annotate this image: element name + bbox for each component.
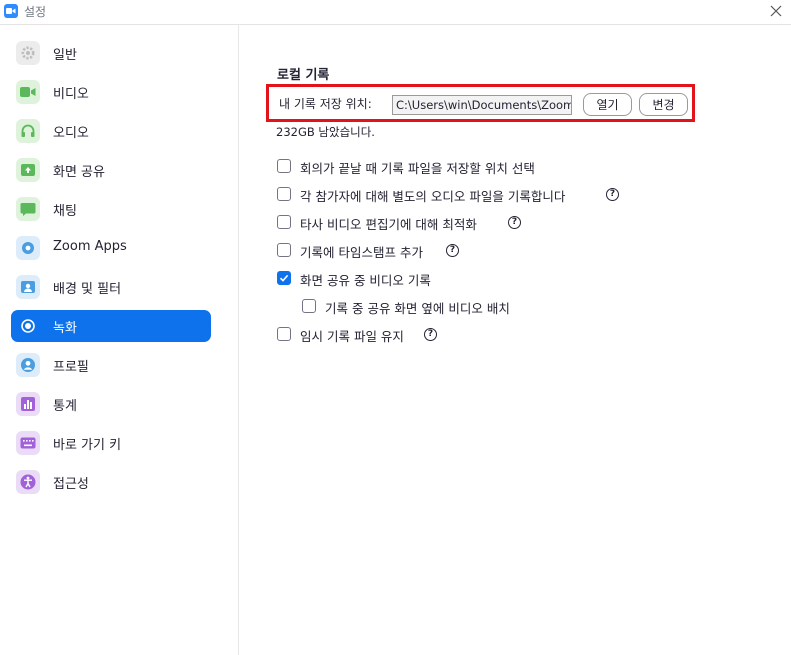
free-space-text: 232GB 남았습니다. — [276, 125, 375, 139]
share-screen-icon — [16, 158, 40, 182]
option-label: 타사 비디오 편집기에 대해 최적화 — [300, 217, 477, 232]
sidebar-item-recording[interactable]: 녹화 — [11, 310, 211, 342]
title-bar: 설정 — [0, 0, 791, 25]
sidebar-item-label: 비디오 — [53, 87, 89, 102]
help-icon[interactable]: ? — [424, 328, 437, 341]
sidebar-item-zoom-apps[interactable]: Zoom Apps — [11, 232, 211, 264]
window-title: 설정 — [24, 5, 47, 19]
record-video-screen-share-checkbox[interactable] — [277, 271, 291, 285]
keep-temp-files-checkbox[interactable] — [277, 327, 291, 341]
sidebar-item-label: 채팅 — [53, 204, 77, 219]
place-video-next-to-share-checkbox[interactable] — [302, 299, 316, 313]
sidebar-item-label: 프로필 — [53, 360, 89, 375]
profile-icon — [16, 353, 40, 377]
sidebar-item-general[interactable]: 일반 — [11, 37, 211, 69]
change-folder-button[interactable]: 변경 — [639, 93, 688, 116]
sidebar-item-audio[interactable]: 오디오 — [11, 115, 211, 147]
keyboard-icon — [16, 431, 40, 455]
help-icon[interactable]: ? — [446, 244, 459, 257]
option-label: 기록에 타임스탬프 추가 — [300, 245, 423, 260]
sidebar-item-label: 배경 및 필터 — [53, 282, 122, 297]
sidebar-item-accessibility[interactable]: 접근성 — [11, 466, 211, 498]
background-icon — [16, 275, 40, 299]
sidebar-item-label: 화면 공유 — [53, 165, 105, 180]
option-label: 임시 기록 파일 유지 — [300, 329, 404, 344]
help-icon[interactable]: ? — [508, 216, 521, 229]
video-icon — [16, 80, 40, 104]
checkmark-icon — [279, 274, 289, 282]
recording-settings-panel: 로컬 기록 내 기록 저장 위치: C:\Users\win\Documents… — [239, 25, 791, 655]
sidebar-item-statistics[interactable]: 통계 — [11, 388, 211, 420]
sidebar-item-profile[interactable]: 프로필 — [11, 349, 211, 381]
highlighted-location-box: 내 기록 저장 위치: C:\Users\win\Documents\Zoom … — [266, 84, 695, 122]
option-label: 회의가 끝날 때 기록 파일을 저장할 위치 선택 — [300, 161, 535, 176]
accessibility-icon — [16, 470, 40, 494]
sidebar-item-label: 통계 — [53, 399, 77, 414]
recording-location-field[interactable]: C:\Users\win\Documents\Zoom — [392, 95, 572, 115]
statistics-icon — [16, 392, 40, 416]
chat-icon — [16, 197, 40, 221]
gear-icon — [16, 41, 40, 65]
record-icon — [16, 314, 40, 338]
sidebar-item-screen-share[interactable]: 화면 공유 — [11, 154, 211, 186]
help-icon[interactable]: ? — [606, 188, 619, 201]
timestamp-checkbox[interactable] — [277, 243, 291, 257]
apps-icon — [16, 236, 40, 260]
option-label: 기록 중 공유 화면 옆에 비디오 배치 — [325, 301, 510, 316]
separate-audio-checkbox[interactable] — [277, 187, 291, 201]
sidebar-item-label: 접근성 — [53, 477, 89, 492]
open-folder-button[interactable]: 열기 — [583, 93, 632, 116]
zoom-logo-icon — [4, 4, 18, 18]
choose-location-checkbox[interactable] — [277, 159, 291, 173]
settings-sidebar: 일반 비디오 오디오 화면 공유 채팅 Zoom Apps 배경 및 필터 녹화… — [0, 25, 239, 655]
sidebar-item-chat[interactable]: 채팅 — [11, 193, 211, 225]
option-label: 화면 공유 중 비디오 기록 — [300, 273, 431, 288]
close-button[interactable] — [767, 2, 785, 20]
sidebar-item-label: 일반 — [53, 48, 77, 63]
option-label: 각 참가자에 대해 별도의 오디오 파일을 기록합니다 — [300, 189, 566, 204]
sidebar-item-background-filters[interactable]: 배경 및 필터 — [11, 271, 211, 303]
sidebar-item-label: 바로 가기 키 — [53, 438, 122, 453]
sidebar-item-label: 오디오 — [53, 126, 89, 141]
headphones-icon — [16, 119, 40, 143]
optimize-editor-checkbox[interactable] — [277, 215, 291, 229]
sidebar-item-label: Zoom Apps — [53, 239, 127, 254]
sidebar-item-shortcuts[interactable]: 바로 가기 키 — [11, 427, 211, 459]
location-label: 내 기록 저장 위치: — [279, 97, 372, 111]
close-icon — [770, 5, 782, 17]
sidebar-item-video[interactable]: 비디오 — [11, 76, 211, 108]
sidebar-item-label: 녹화 — [53, 321, 77, 336]
section-title: 로컬 기록 — [277, 68, 330, 83]
